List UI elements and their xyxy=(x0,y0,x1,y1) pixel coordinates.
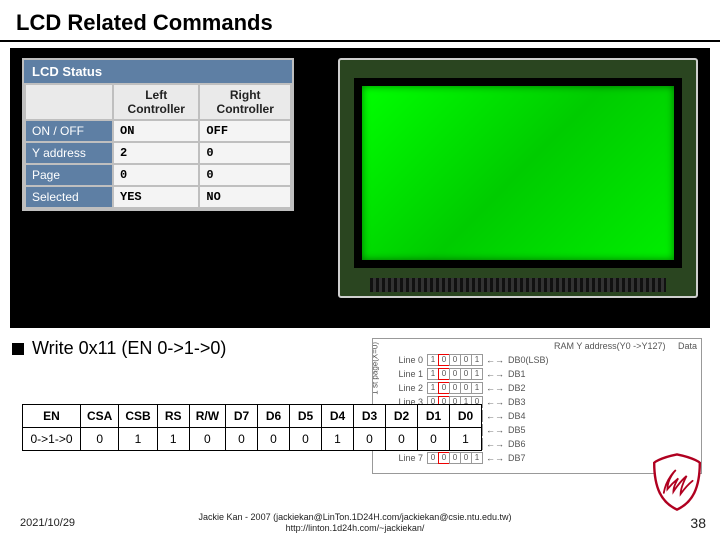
upper-panel: LCD Status Left Controller Right Control… xyxy=(10,48,710,328)
footer-credit-line2: http://linton.1d24h.com/~jackiekan/ xyxy=(110,523,600,534)
ram-bit: 1 xyxy=(471,452,483,464)
table-cell: 0 xyxy=(290,428,322,451)
bullet-text: Write 0x11 (EN 0->1->0) xyxy=(32,338,226,359)
status-row-label: ON / OFF xyxy=(25,120,113,142)
table-cell: 0->1->0 xyxy=(23,428,81,451)
arrow-icon: ←→ xyxy=(486,439,504,449)
status-cell: 0 xyxy=(113,164,199,186)
table-cell: 1 xyxy=(119,428,157,451)
table-cell: 0 xyxy=(386,428,418,451)
footer-page: 38 xyxy=(600,515,720,531)
status-cell: 2 xyxy=(113,142,199,164)
table-header: D4 xyxy=(322,405,354,428)
arrow-icon: ←→ xyxy=(486,369,504,379)
page-title: LCD Related Commands xyxy=(0,0,720,42)
footer: 2021/10/29 Jackie Kan - 2007 (jackiekan@… xyxy=(0,512,720,534)
ram-line-label: Line 7 xyxy=(391,453,427,463)
table-cell: 0 xyxy=(418,428,450,451)
table-cell: 0 xyxy=(189,428,225,451)
ram-db-label: DB1 xyxy=(508,369,526,379)
ram-data-label: Data xyxy=(678,341,697,351)
footer-credit: Jackie Kan - 2007 (jackiekan@LinTon.1D24… xyxy=(110,512,600,534)
table-header: D5 xyxy=(290,405,322,428)
ram-line-label: Line 0 xyxy=(391,355,427,365)
status-col-left: Left Controller xyxy=(113,84,199,120)
table-header: RS xyxy=(157,405,189,428)
table-cell: 1 xyxy=(322,428,354,451)
table-header: CSB xyxy=(119,405,157,428)
table-header: CSA xyxy=(81,405,119,428)
table-header: R/W xyxy=(189,405,225,428)
table-cell: 1 xyxy=(157,428,189,451)
bullet-icon xyxy=(12,343,24,355)
ram-line-label: Line 1 xyxy=(391,369,427,379)
ram-db-label: DB4 xyxy=(508,411,526,421)
status-row-label: Selected xyxy=(25,186,113,208)
lcd-module xyxy=(338,58,698,298)
table-cell: 1 xyxy=(450,428,482,451)
arrow-icon: ←→ xyxy=(486,355,504,365)
ram-bit: 1 xyxy=(471,354,483,366)
lcd-connectors xyxy=(370,278,666,292)
table-header: D3 xyxy=(354,405,386,428)
arrow-icon: ←→ xyxy=(486,411,504,421)
lcd-frame xyxy=(354,78,682,268)
ram-y-axis: 1 st page(X=0) xyxy=(372,342,380,395)
table-header: D0 xyxy=(450,405,482,428)
arrow-icon: ←→ xyxy=(486,383,504,393)
ram-db-label: DB5 xyxy=(508,425,526,435)
status-cell: 0 xyxy=(199,142,291,164)
status-cell: ON xyxy=(113,120,199,142)
status-row-label: Page xyxy=(25,164,113,186)
table-cell: 0 xyxy=(226,428,258,451)
ram-row: Line 210001←→DB2 xyxy=(391,381,701,395)
ram-bit: 1 xyxy=(471,368,483,380)
table-cell: 0 xyxy=(81,428,119,451)
table-header: D7 xyxy=(226,405,258,428)
lcd-status-panel: LCD Status Left Controller Right Control… xyxy=(22,58,294,211)
ram-row: Line 110001←→DB1 xyxy=(391,367,701,381)
footer-credit-line1: Jackie Kan - 2007 (jackiekan@LinTon.1D24… xyxy=(110,512,600,523)
ram-line-label: Line 2 xyxy=(391,383,427,393)
ram-db-label: DB7 xyxy=(508,453,526,463)
lcd-screen xyxy=(362,86,674,260)
table-header: D1 xyxy=(418,405,450,428)
arrow-icon: ←→ xyxy=(486,397,504,407)
table-cell: 0 xyxy=(354,428,386,451)
footer-date: 2021/10/29 xyxy=(0,517,110,529)
table-header: EN xyxy=(23,405,81,428)
command-table: ENCSACSBRSR/WD7D6D5D4D3D2D1D0 0->1->0011… xyxy=(22,404,482,451)
ram-db-label: DB3 xyxy=(508,397,526,407)
table-header: D2 xyxy=(386,405,418,428)
crest-icon xyxy=(646,452,708,512)
status-row-label: Y address xyxy=(25,142,113,164)
ram-db-label: DB6 xyxy=(508,439,526,449)
ram-row: Line 010001←→DB0(LSB) xyxy=(391,353,701,367)
table-cell: 0 xyxy=(258,428,290,451)
status-col-right: Right Controller xyxy=(199,84,291,120)
ram-db-label: DB0(LSB) xyxy=(508,355,549,365)
status-cell: NO xyxy=(199,186,291,208)
ram-db-label: DB2 xyxy=(508,383,526,393)
status-title: LCD Status xyxy=(24,60,292,83)
status-cell: 0 xyxy=(199,164,291,186)
arrow-icon: ←→ xyxy=(486,425,504,435)
status-table: Left Controller Right Controller ON / OF… xyxy=(24,83,292,209)
status-cell: OFF xyxy=(199,120,291,142)
arrow-icon: ←→ xyxy=(486,453,504,463)
status-cell: YES xyxy=(113,186,199,208)
ram-title: RAM Y address(Y0 ->Y127) xyxy=(554,341,665,351)
table-header: D6 xyxy=(258,405,290,428)
ram-bit: 1 xyxy=(471,382,483,394)
